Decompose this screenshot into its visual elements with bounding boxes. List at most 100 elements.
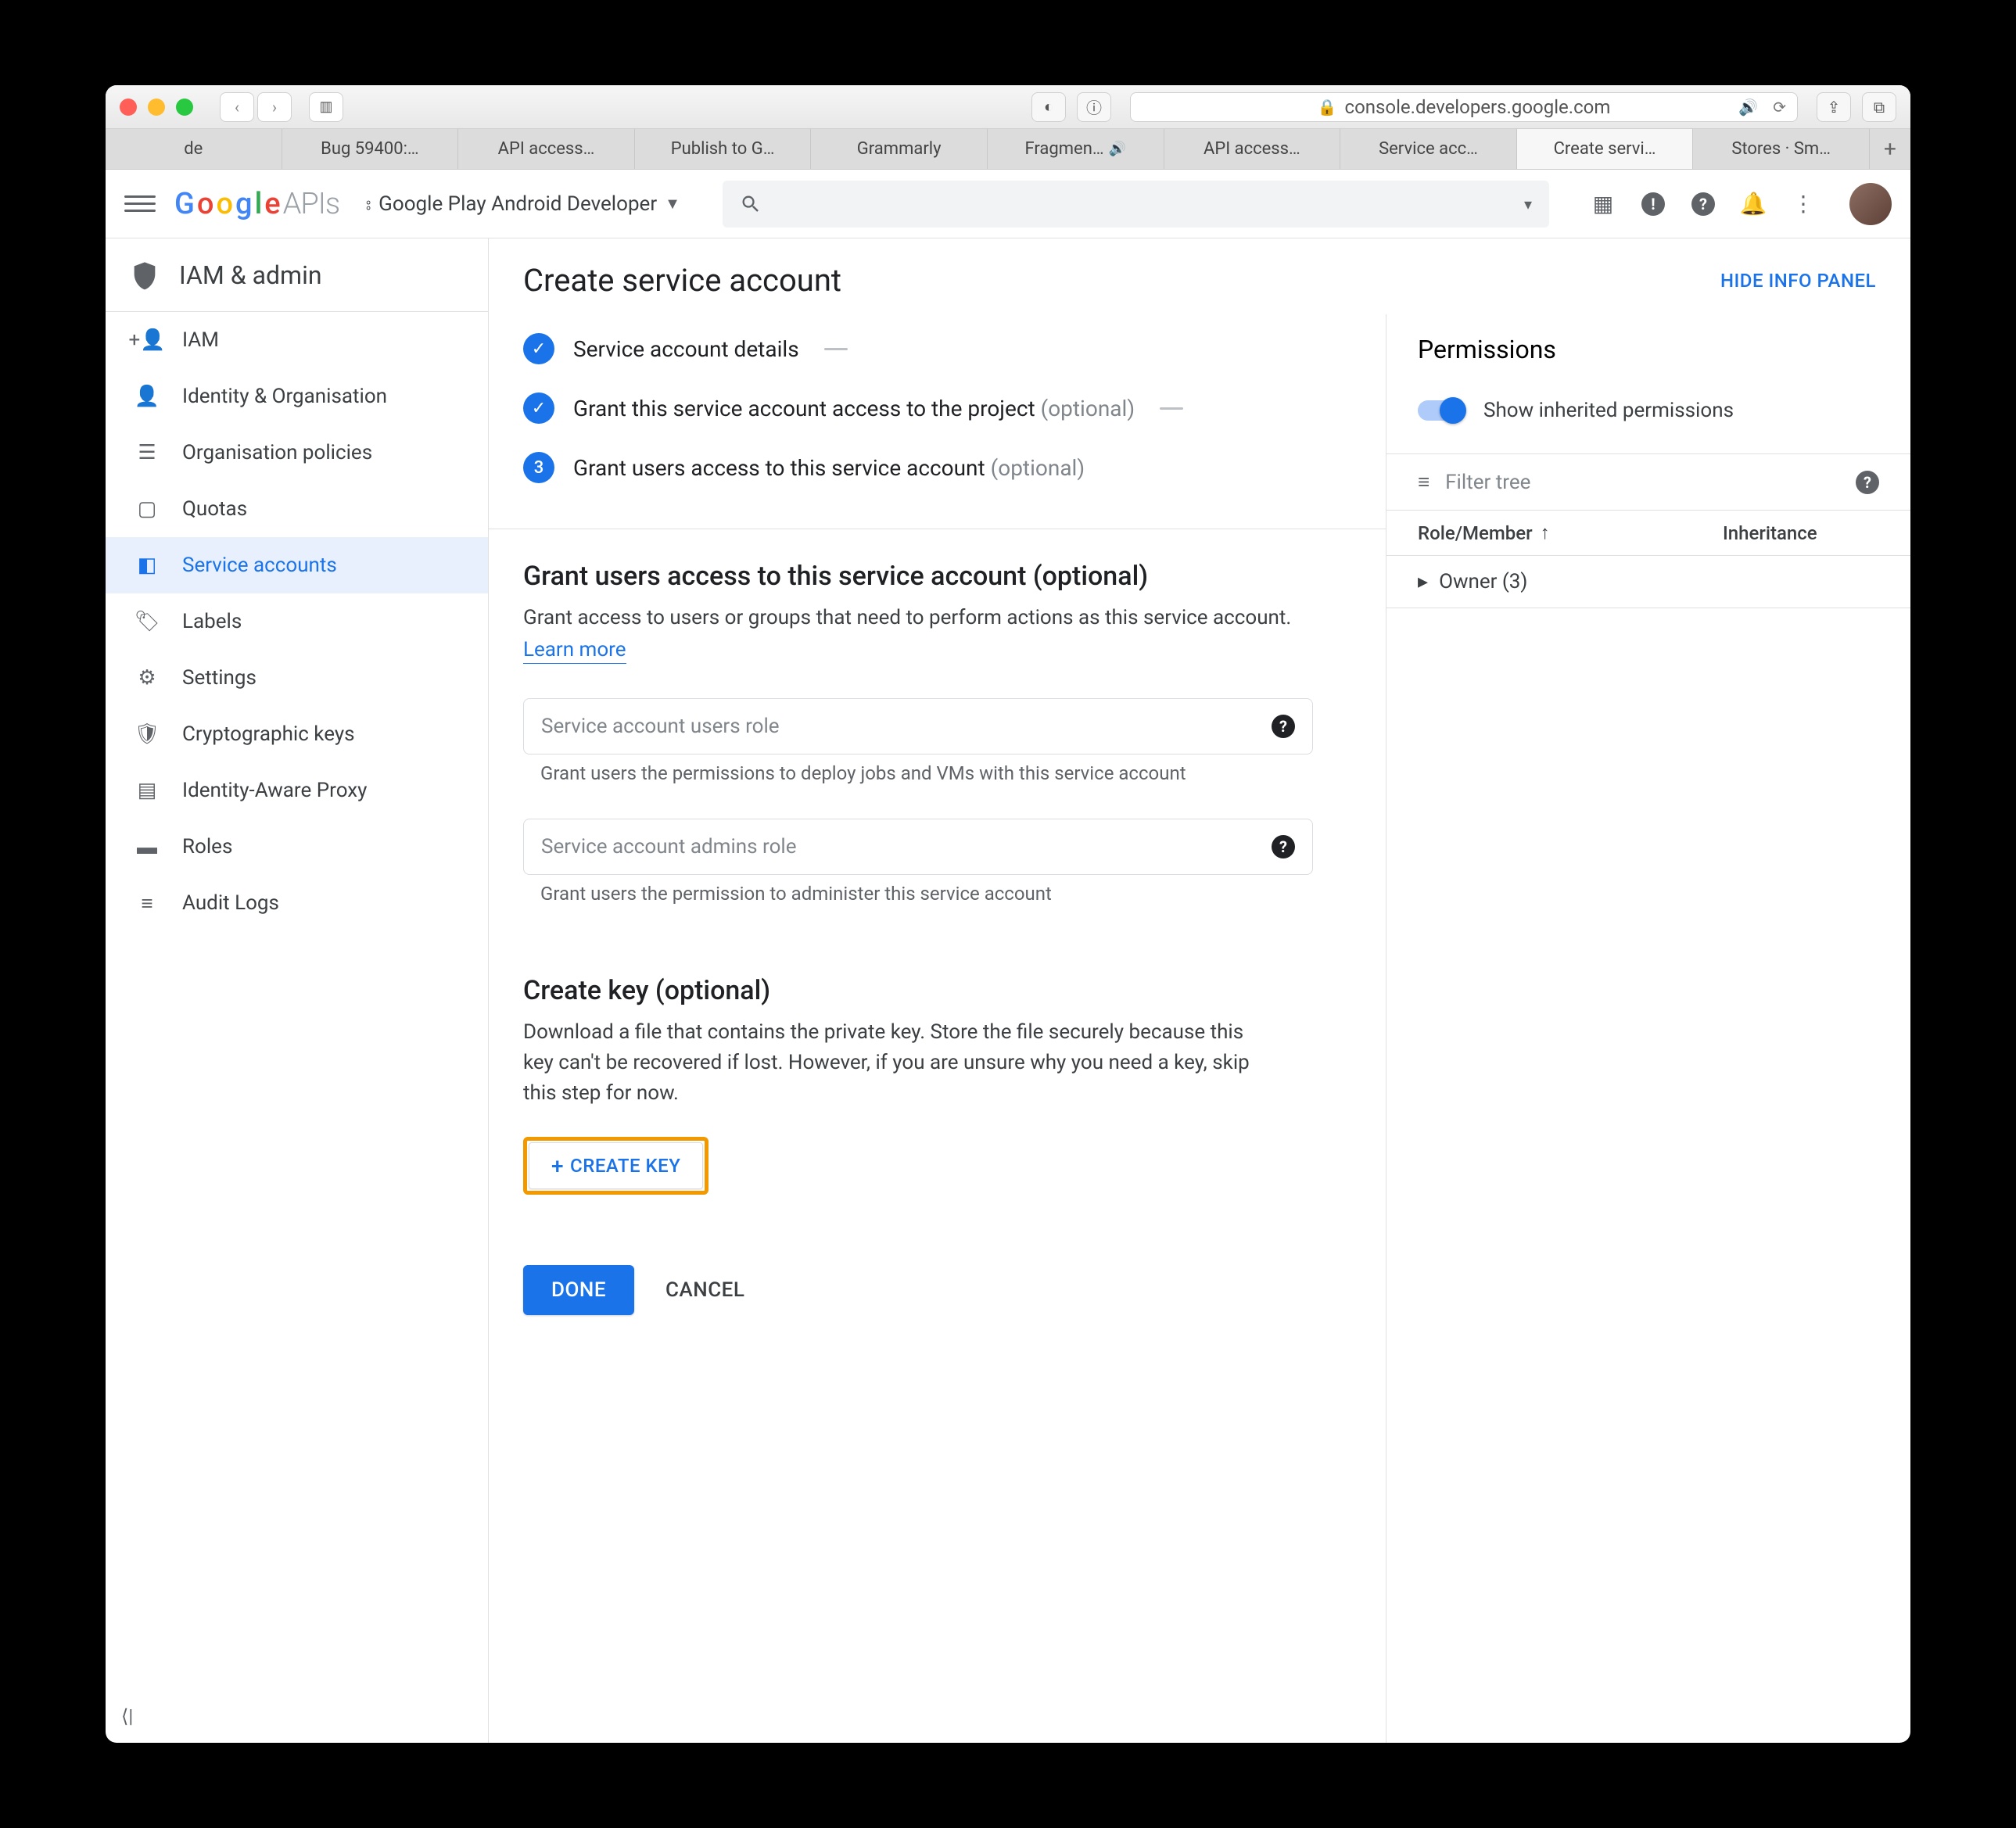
- lines-icon: ≡: [135, 891, 159, 915]
- cancel-button[interactable]: CANCEL: [665, 1278, 744, 1302]
- step-number-badge: 3: [523, 452, 554, 483]
- learn-more-link[interactable]: Learn more: [523, 638, 626, 664]
- section-desc: Download a file that contains the privat…: [523, 1017, 1274, 1109]
- sidebar-item-quotas[interactable]: ▢Quotas: [106, 481, 488, 537]
- back-button[interactable]: ‹: [220, 92, 254, 122]
- search-input[interactable]: ▾: [723, 181, 1549, 228]
- sidebar-item-roles[interactable]: ▬Roles: [106, 819, 488, 875]
- create-key-button[interactable]: + CREATE KEY: [529, 1142, 703, 1189]
- sidebar-item-iam[interactable]: +👤IAM: [106, 312, 488, 368]
- column-role-member[interactable]: Role/Member↑: [1418, 522, 1723, 544]
- input-helper: Grant users the permissions to deploy jo…: [523, 762, 1351, 784]
- plus-icon: +: [551, 1153, 564, 1179]
- url-bar[interactable]: 🔒 console.developers.google.com 🔊 ⟳: [1130, 92, 1798, 122]
- safari-window: ‹ › ▥ ◐ ⓘ 🔒 console.developers.google.co…: [106, 85, 1910, 1743]
- toggle-label: Show inherited permissions: [1483, 399, 1734, 422]
- browser-tab[interactable]: Service acc…: [1340, 129, 1517, 169]
- alert-icon[interactable]: !: [1641, 192, 1665, 216]
- main-content: Create service account HIDE INFO PANEL S…: [489, 238, 1910, 1743]
- sidebar-toggle-button[interactable]: ▥: [309, 92, 343, 122]
- filter-placeholder: Filter tree: [1445, 471, 1840, 494]
- browser-tab[interactable]: Publish to G…: [635, 129, 812, 169]
- help-icon[interactable]: ?: [1856, 471, 1879, 494]
- sidebar-item-iap[interactable]: ▤Identity-Aware Proxy: [106, 762, 488, 819]
- project-name: Google Play Android Developer: [378, 192, 657, 216]
- filter-tree-input[interactable]: ≡ Filter tree ?: [1386, 454, 1910, 511]
- key-badge-icon: ◧: [135, 554, 159, 577]
- browser-tab[interactable]: Bug 59400:…: [282, 129, 459, 169]
- step-3-current: 3 Grant users access to this service acc…: [523, 438, 1351, 497]
- help-icon[interactable]: ?: [1691, 192, 1715, 216]
- hide-info-panel-button[interactable]: HIDE INFO PANEL: [1720, 270, 1876, 292]
- sidebar-item-identity[interactable]: 👤Identity & Organisation: [106, 368, 488, 425]
- person-circle-icon: 👤: [135, 385, 159, 408]
- column-inheritance[interactable]: Inheritance: [1723, 522, 1879, 544]
- proxy-icon: ▤: [135, 779, 159, 802]
- section-desc: Grant access to users or groups that nee…: [523, 603, 1351, 633]
- step-1[interactable]: Service account details: [523, 319, 1351, 378]
- create-key-highlight: + CREATE KEY: [523, 1137, 708, 1195]
- lock-icon: 🔒: [1318, 98, 1337, 116]
- sidebar-item-settings[interactable]: ⚙Settings: [106, 650, 488, 706]
- sidebar-title: IAM & admin: [179, 260, 322, 290]
- sidebar-item-crypto-keys[interactable]: 🛡Cryptographic keys: [106, 706, 488, 762]
- admins-role-input[interactable]: Service account admins role ?: [523, 819, 1313, 875]
- browser-tab[interactable]: API access…: [458, 129, 635, 169]
- owner-row[interactable]: ▸ Owner (3): [1386, 556, 1910, 608]
- browser-tabbar: de Bug 59400:… API access… Publish to G……: [106, 129, 1910, 170]
- fullscreen-window-button[interactable]: [176, 99, 193, 116]
- check-icon: [523, 333, 554, 364]
- help-icon[interactable]: ?: [1272, 715, 1295, 738]
- permissions-panel: Permissions Show inherited permissions ≡…: [1386, 314, 1910, 1743]
- sidebar-item-audit-logs[interactable]: ≡Audit Logs: [106, 875, 488, 931]
- close-window-button[interactable]: [120, 99, 137, 116]
- search-icon: [740, 193, 762, 215]
- step-2[interactable]: Grant this service account access to the…: [523, 378, 1351, 438]
- forward-button[interactable]: ›: [257, 92, 292, 122]
- done-button[interactable]: DONE: [523, 1265, 634, 1315]
- person-add-icon: +👤: [135, 328, 159, 352]
- meter-icon: ▢: [135, 497, 159, 521]
- tabs-button[interactable]: ⧉: [1862, 92, 1896, 122]
- stepper: Service account details Grant this servi…: [489, 314, 1386, 529]
- gift-icon[interactable]: ▦: [1591, 192, 1615, 216]
- url-text: console.developers.google.com: [1345, 96, 1611, 118]
- input-placeholder: Service account admins role: [541, 835, 797, 858]
- project-picker[interactable]: ⦂ Google Play Android Developer ▼: [366, 192, 680, 216]
- collapse-sidebar-button[interactable]: ⟨|: [121, 1705, 133, 1727]
- new-tab-button[interactable]: +: [1870, 129, 1910, 169]
- help-icon[interactable]: ?: [1272, 835, 1295, 858]
- sound-icon[interactable]: 🔊: [1738, 98, 1758, 116]
- inherited-permissions-toggle[interactable]: [1418, 400, 1465, 421]
- bell-icon[interactable]: 🔔: [1742, 192, 1765, 216]
- shield-key-icon: 🛡: [135, 722, 159, 746]
- nav-menu-button[interactable]: [124, 188, 156, 220]
- share-button[interactable]: ⇪: [1817, 92, 1851, 122]
- more-vert-icon[interactable]: ⋮: [1792, 192, 1815, 216]
- google-apis-logo[interactable]: Google APIs: [174, 187, 339, 221]
- chevron-down-icon: ▼: [665, 194, 680, 213]
- sidebar-item-org-policies[interactable]: ☰Organisation policies: [106, 425, 488, 481]
- list-icon: ☰: [135, 441, 159, 464]
- extension-button-2[interactable]: ⓘ: [1077, 92, 1111, 122]
- browser-tab[interactable]: Stores · Sm…: [1693, 129, 1870, 169]
- sidebar: IAM & admin +👤IAM 👤Identity & Organisati…: [106, 238, 489, 1743]
- sidebar-header: IAM & admin: [106, 238, 488, 312]
- browser-tab-active[interactable]: Create servi…: [1517, 129, 1694, 169]
- gear-icon: ⚙: [135, 666, 159, 690]
- sidebar-item-service-accounts[interactable]: ◧Service accounts: [106, 537, 488, 593]
- extension-button-1[interactable]: ◐: [1031, 92, 1066, 122]
- edit-dash-icon: [1160, 407, 1183, 410]
- reload-icon[interactable]: ⟳: [1773, 98, 1786, 116]
- browser-tab[interactable]: API access…: [1164, 129, 1341, 169]
- browser-tab[interactable]: de: [106, 129, 282, 169]
- table-header: Role/Member↑ Inheritance: [1386, 511, 1910, 556]
- browser-tab[interactable]: Fragmen…🔊: [988, 129, 1164, 169]
- browser-tab[interactable]: Grammarly: [811, 129, 988, 169]
- sidebar-item-labels[interactable]: 🏷Labels: [106, 593, 488, 650]
- minimize-window-button[interactable]: [148, 99, 165, 116]
- users-role-input[interactable]: Service account users role ?: [523, 698, 1313, 754]
- edit-dash-icon: [824, 348, 848, 350]
- input-placeholder: Service account users role: [541, 715, 780, 738]
- avatar[interactable]: [1849, 183, 1892, 225]
